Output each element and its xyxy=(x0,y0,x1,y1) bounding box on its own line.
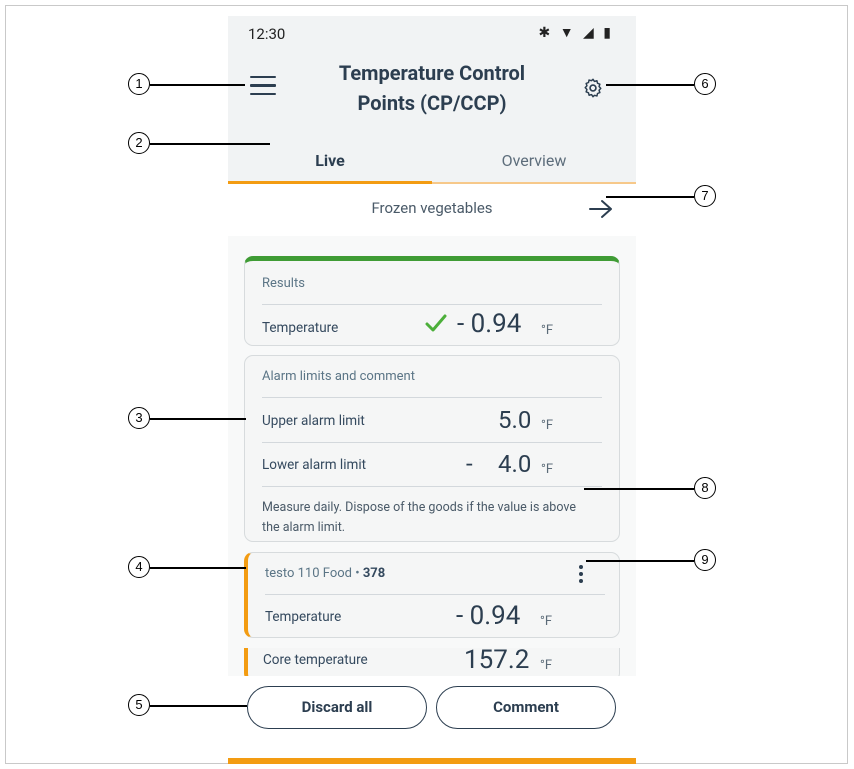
callout-9: 9 xyxy=(694,549,716,571)
core-temperature-label: Core temperature xyxy=(263,652,368,668)
status-bar: 12:30 ✱ ▼ ◢ ▮ xyxy=(228,16,636,52)
core-temperature-value: 157.2 xyxy=(464,648,530,675)
comment-button[interactable]: Comment xyxy=(436,686,616,729)
status-time: 12:30 xyxy=(248,25,286,43)
product-name: Frozen vegetables xyxy=(371,199,493,217)
alarm-limits-card: Alarm limits and comment Upper alarm lim… xyxy=(244,355,620,542)
core-unit: °F xyxy=(540,658,553,673)
probe-separator: • xyxy=(351,566,363,581)
arrow-right-icon[interactable] xyxy=(588,198,614,220)
app-bar: Temperature Control Points (CP/CCP) xyxy=(228,52,636,142)
alarm-heading: Alarm limits and comment xyxy=(262,369,415,384)
callout-line-2 xyxy=(150,143,270,145)
callout-1: 1 xyxy=(128,73,150,95)
divider xyxy=(262,442,602,443)
upper-alarm-value: 5.0 xyxy=(498,406,532,434)
results-heading: Results xyxy=(262,276,305,291)
results-card: Results Temperature - 0.94 °F xyxy=(244,256,620,346)
probe-name: testo 110 Food xyxy=(265,566,352,581)
results-temperature-value: - 0.94 xyxy=(457,309,522,339)
probe-temperature-label: Temperature xyxy=(265,609,342,625)
callout-5: 5 xyxy=(128,694,150,716)
tab-overview[interactable]: Overview xyxy=(432,142,636,184)
status-icons: ✱ ▼ ◢ ▮ xyxy=(538,25,614,41)
divider xyxy=(262,397,602,398)
page-title: Temperature Control Points (CP/CCP) xyxy=(338,61,526,115)
lower-alarm-label: Lower alarm limit xyxy=(262,457,367,473)
callout-line-1 xyxy=(150,84,245,86)
callout-line-7 xyxy=(606,196,694,198)
callout-8: 8 xyxy=(694,477,716,499)
callout-line-8 xyxy=(584,488,694,490)
action-bar: Discard all Comment xyxy=(228,676,636,764)
probe-temperature-value: - 0.94 xyxy=(456,601,521,631)
results-temperature-label: Temperature xyxy=(262,320,339,336)
callout-6: 6 xyxy=(694,73,716,95)
divider xyxy=(265,594,605,595)
bottom-accent-bar xyxy=(228,758,636,764)
phone-screen: 12:30 ✱ ▼ ◢ ▮ Temperature Control Points… xyxy=(228,16,636,764)
content-area: Results Temperature - 0.94 °F Alarm limi… xyxy=(228,236,636,706)
menu-icon[interactable] xyxy=(250,76,276,96)
callout-7: 7 xyxy=(694,185,716,207)
probe-unit: °F xyxy=(540,614,553,629)
probe-card: testo 110 Food • 378 Temperature - 0.94 … xyxy=(244,552,620,638)
probe-id: 378 xyxy=(362,566,386,581)
divider xyxy=(262,304,602,305)
check-icon xyxy=(425,314,447,332)
callout-4: 4 xyxy=(128,556,150,578)
more-options-icon[interactable] xyxy=(578,565,584,587)
callout-line-5 xyxy=(150,705,247,707)
alarm-comment: Measure daily. Dispose of the goods if t… xyxy=(262,500,576,535)
product-selector[interactable]: Frozen vegetables xyxy=(228,184,636,236)
callout-2: 2 xyxy=(128,132,150,154)
callout-line-4 xyxy=(150,567,246,569)
upper-alarm-unit: °F xyxy=(541,418,554,433)
tab-bar: Live Overview xyxy=(228,142,636,184)
divider xyxy=(262,486,602,487)
lower-alarm-value: 4.0 xyxy=(498,450,532,478)
callout-line-9 xyxy=(586,560,694,562)
tab-live[interactable]: Live xyxy=(228,142,432,184)
results-unit: °F xyxy=(541,323,554,338)
callout-line-3 xyxy=(150,418,246,420)
discard-all-button[interactable]: Discard all xyxy=(247,686,427,729)
upper-alarm-label: Upper alarm limit xyxy=(262,413,365,429)
lower-alarm-sign: - xyxy=(466,450,473,478)
probe-header: testo 110 Food • 378 xyxy=(265,566,385,581)
lower-alarm-unit: °F xyxy=(541,462,554,477)
callout-line-6 xyxy=(606,84,694,86)
callout-3: 3 xyxy=(128,407,150,429)
gear-icon[interactable] xyxy=(582,77,604,99)
